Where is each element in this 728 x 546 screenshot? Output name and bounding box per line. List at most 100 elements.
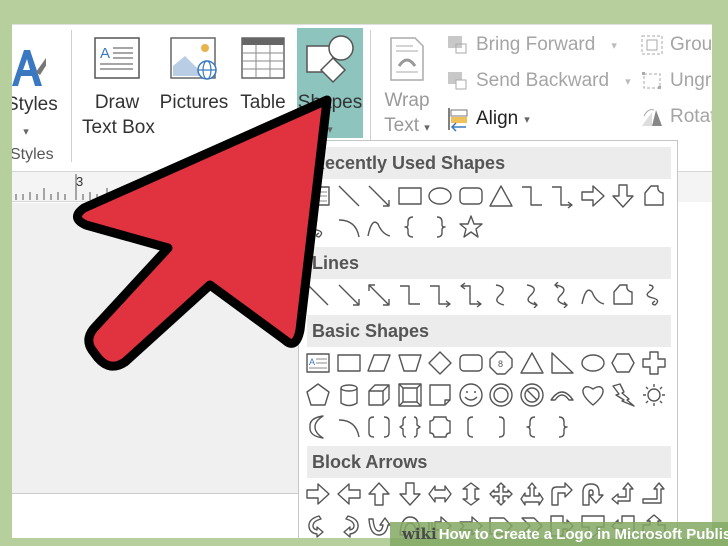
shape-option-octagon[interactable]: 8 [486, 348, 517, 378]
group-button[interactable]: Group [640, 34, 712, 56]
shape-option-rectangle[interactable] [395, 181, 426, 211]
shape-option-left-up-arrow[interactable] [608, 479, 639, 509]
shape-option-pentagon[interactable] [303, 380, 334, 410]
shape-option-trapezoid[interactable] [395, 348, 426, 378]
draw-text-box-button[interactable]: A Draw Text Box [82, 36, 155, 140]
shape-option-left-arrow[interactable] [334, 479, 365, 509]
shape-option-triangle[interactable] [486, 181, 517, 211]
shape-option-right-arrow[interactable] [303, 479, 334, 509]
shape-option-bent-up-arrow[interactable] [639, 479, 670, 509]
shape-option-down-arrow[interactable] [608, 181, 639, 211]
shape-option-arc[interactable] [334, 412, 365, 442]
shape-option-down-arrow[interactable] [395, 479, 426, 509]
shape-option-curve[interactable] [578, 280, 609, 310]
shape-option-double-brace[interactable] [395, 412, 426, 442]
shape-option-curve[interactable] [364, 212, 395, 242]
shape-option-right-brace[interactable] [425, 212, 456, 242]
block-arc-icon [550, 391, 574, 401]
right-bracket-icon [499, 416, 505, 438]
shape-option-arc[interactable] [334, 212, 365, 242]
shape-option-curved-left-arrow[interactable] [334, 511, 365, 538]
shape-option-sun[interactable] [639, 380, 670, 410]
shape-option-scribble[interactable] [639, 280, 670, 310]
shape-option-rectangle[interactable] [334, 348, 365, 378]
wrap-text-label-2-text: Text [384, 115, 420, 136]
bring-forward-button[interactable]: Bring Forward ▾ [446, 34, 617, 56]
shape-option-moon[interactable] [303, 412, 334, 442]
shape-option-oval[interactable] [578, 348, 609, 378]
shape-option-elbow-arrow-connector[interactable] [547, 181, 578, 211]
shape-option-u-turn-arrow[interactable] [578, 479, 609, 509]
curve-icon [581, 289, 604, 305]
shape-option-bent-arrow[interactable] [547, 479, 578, 509]
shape-option-star[interactable] [456, 212, 487, 242]
table-button[interactable]: Table [238, 36, 288, 115]
shape-option-lightning-bolt[interactable] [608, 380, 639, 410]
rotate-button[interactable]: Rotat [640, 106, 712, 128]
styles-button[interactable]: Styles ▾ [12, 42, 58, 145]
shape-option-line[interactable] [303, 280, 334, 310]
shape-option-text-box[interactable]: A [303, 348, 334, 378]
align-button[interactable]: Align ▾ [446, 106, 530, 132]
shape-option-quad-arrow[interactable] [486, 479, 517, 509]
shape-option-donut[interactable] [486, 380, 517, 410]
shape-option-up-down-arrow[interactable] [456, 479, 487, 509]
shape-option-plaque[interactable] [425, 412, 456, 442]
shape-option-left-bracket[interactable] [456, 412, 487, 442]
chevron-down-icon: ▾ [524, 113, 530, 126]
shape-option-bevel[interactable] [395, 380, 426, 410]
shape-option-right-brace[interactable] [547, 412, 578, 442]
cross-icon [642, 351, 666, 375]
shape-option-double-bracket[interactable] [364, 412, 395, 442]
shape-option-folded-corner[interactable] [425, 380, 456, 410]
shape-option-can[interactable] [334, 380, 365, 410]
shape-row [303, 479, 669, 509]
shapes-gallery: Recently Used Shapes A Lines Basic Shape… [298, 140, 678, 538]
shape-option-left-right-arrow[interactable] [425, 479, 456, 509]
shape-option-curved-double-arrow-connector[interactable] [547, 280, 578, 310]
shape-option-cross[interactable] [639, 348, 670, 378]
wrap-text-button[interactable]: Wrap Text ▾ [378, 36, 436, 141]
shape-option-elbow-connector[interactable] [517, 181, 548, 211]
shape-option-cube[interactable] [364, 380, 395, 410]
shape-option-line[interactable] [334, 181, 365, 211]
shape-option-curved-arrow-connector[interactable] [517, 280, 548, 310]
pictures-button[interactable]: Pictures [158, 36, 230, 115]
shape-option-elbow-arrow-connector[interactable] [425, 280, 456, 310]
shapes-button[interactable]: Shapes ▾ [297, 28, 363, 138]
shape-option-elbow-double-arrow-connector[interactable] [456, 280, 487, 310]
shape-option-arrow-line[interactable] [364, 181, 395, 211]
shape-option-rounded-rectangle[interactable] [456, 348, 487, 378]
shape-option-right-arrow[interactable] [578, 181, 609, 211]
shape-option-curved-right-arrow[interactable] [303, 511, 334, 538]
shape-option-rounded-rectangle[interactable] [456, 181, 487, 211]
shape-option-elbow-connector[interactable] [395, 280, 426, 310]
shape-option-diamond[interactable] [425, 348, 456, 378]
shape-option-no-symbol[interactable] [517, 380, 548, 410]
ungroup-button[interactable]: Ungro [640, 70, 712, 92]
triangle-icon [520, 352, 544, 374]
shape-option-hexagon[interactable] [608, 348, 639, 378]
send-backward-button[interactable]: Send Backward ▾ [446, 70, 631, 92]
shape-option-up-arrow[interactable] [364, 479, 395, 509]
shape-option-block-arc[interactable] [547, 380, 578, 410]
shape-option-parallelogram[interactable] [364, 348, 395, 378]
shape-option-double-arrow-line[interactable] [364, 280, 395, 310]
shape-option-scribble[interactable] [303, 212, 334, 242]
shape-option-left-brace[interactable] [517, 412, 548, 442]
shape-option-freeform[interactable] [608, 280, 639, 310]
shape-option-left-brace[interactable] [395, 212, 426, 242]
shape-option-triangle[interactable] [517, 348, 548, 378]
shape-option-text-box[interactable]: A [303, 181, 334, 211]
shape-option-left-right-up-arrow[interactable] [517, 479, 548, 509]
page-canvas[interactable] [12, 203, 302, 493]
shape-option-heart[interactable] [578, 380, 609, 410]
shape-option-curved-connector[interactable] [486, 280, 517, 310]
shape-option-right-bracket[interactable] [486, 412, 517, 442]
shape-option-smiley-face[interactable] [456, 380, 487, 410]
shapes-label: Shapes [297, 92, 363, 113]
shape-option-oval[interactable] [425, 181, 456, 211]
shape-option-freeform[interactable] [639, 181, 670, 211]
shape-option-arrow-line[interactable] [334, 280, 365, 310]
shape-option-right-triangle[interactable] [547, 348, 578, 378]
